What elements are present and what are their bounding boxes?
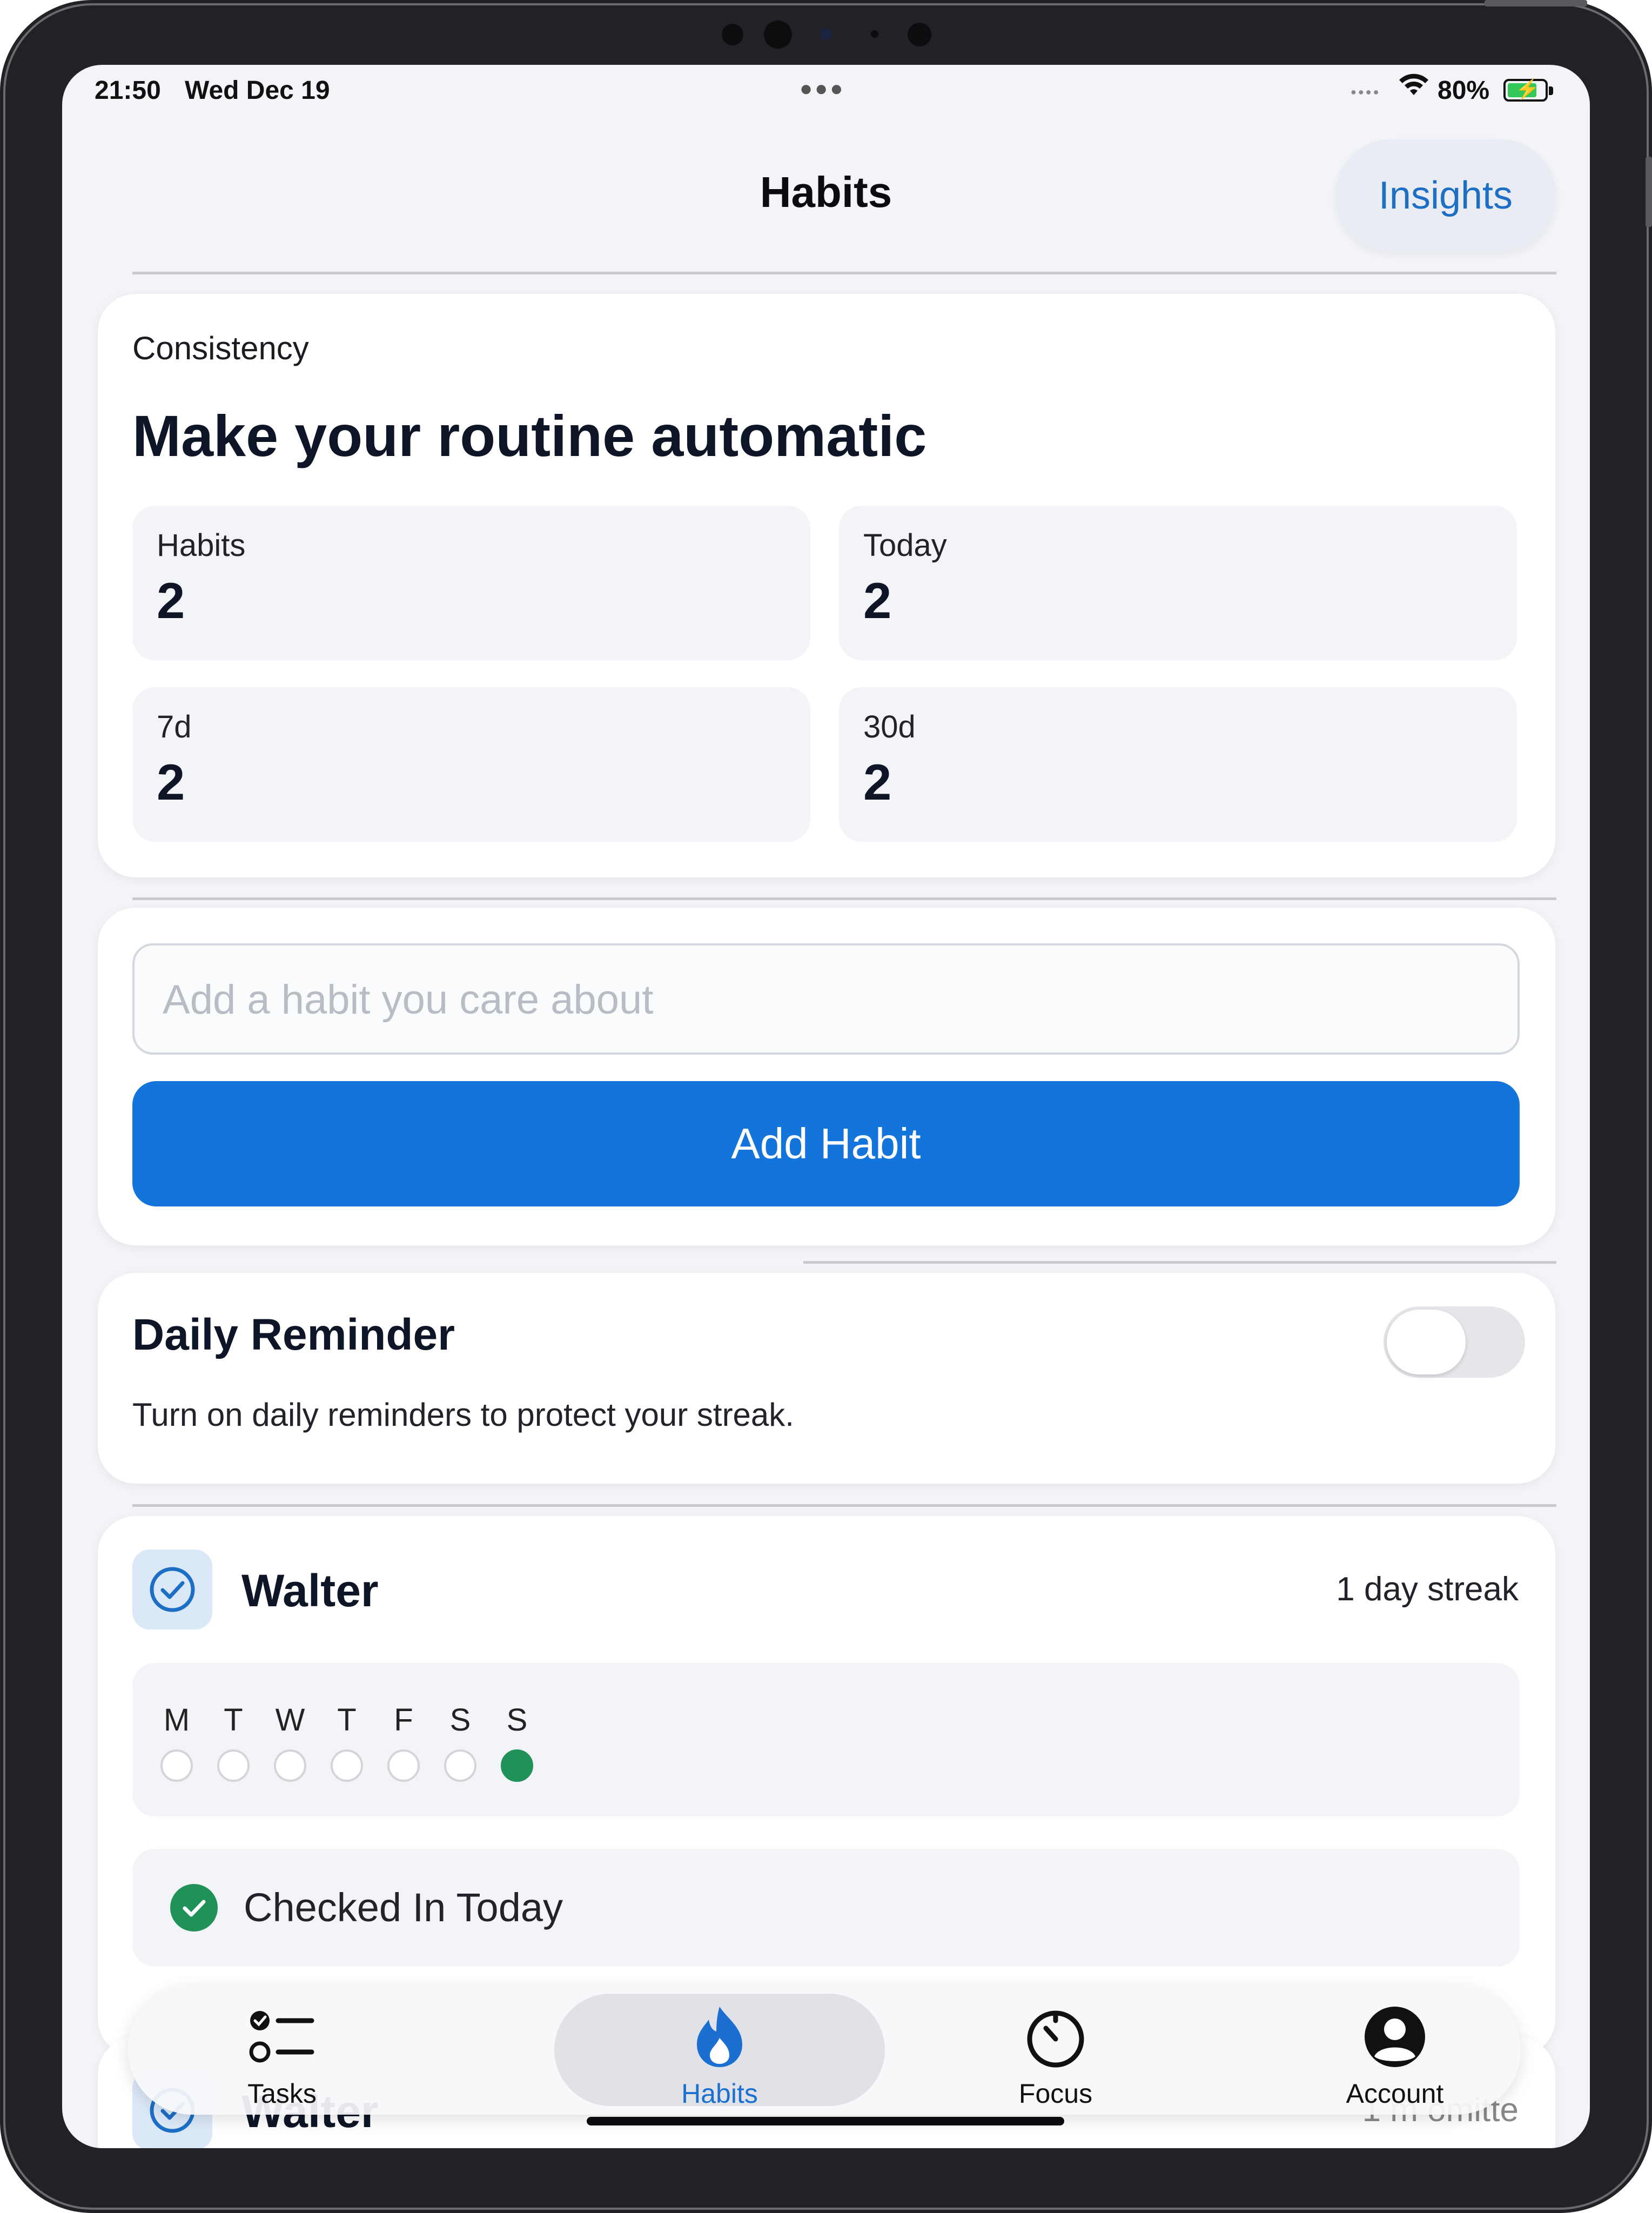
day-label: S (506, 1702, 528, 1738)
camera-lens (764, 21, 792, 49)
screen: 21:50 Wed Dec 19 ●●● ●●●● 80% ⚡ Habits I… (62, 65, 1590, 2148)
stat-7d: 7d 2 (132, 687, 810, 842)
timer-icon (1023, 2004, 1088, 2071)
summary-eyebrow: Consistency (132, 330, 309, 366)
reminder-card: Daily Reminder Turn on daily reminders t… (98, 1273, 1555, 1484)
volume-button (1646, 157, 1652, 227)
multitasking-dots-icon[interactable]: ●●● (800, 77, 845, 101)
reminder-toggle[interactable] (1384, 1306, 1525, 1378)
tab-label: Account (1346, 2078, 1444, 2109)
day-circle (331, 1749, 363, 1782)
flame-icon (693, 2004, 747, 2071)
day-circle (501, 1749, 533, 1782)
account-icon (1362, 2004, 1427, 2071)
divider (803, 1261, 1556, 1264)
stat-habits: Habits 2 (132, 506, 810, 660)
day-label: T (224, 1702, 243, 1738)
day-circle (444, 1749, 476, 1782)
tab-label: Tasks (247, 2078, 317, 2109)
divider (132, 897, 1556, 900)
check-circle-icon (170, 1884, 218, 1932)
stat-label: Habits (157, 528, 246, 563)
summary-card: Consistency Make your routine automatic … (98, 294, 1555, 877)
toggle-knob (1387, 1310, 1466, 1374)
tab-label: Focus (1018, 2078, 1093, 2109)
tab-focus[interactable]: Focus (966, 1985, 1145, 2115)
day-circle (274, 1749, 306, 1782)
battery-percent: 80% (1438, 76, 1490, 105)
habit-streak: 1 day streak (1336, 1571, 1519, 1608)
home-indicator[interactable] (587, 2117, 1064, 2125)
tasks-icon (247, 2004, 317, 2071)
stat-value: 2 (157, 754, 185, 810)
habit-name: Walter (241, 1565, 379, 1616)
stat-30d: 30d 2 (839, 687, 1517, 842)
checkin-label: Checked In Today (244, 1885, 563, 1930)
charging-bolt-icon: ⚡ (1515, 78, 1540, 100)
stat-today: Today 2 (839, 506, 1517, 660)
day-label: W (275, 1702, 305, 1738)
stat-value: 2 (157, 572, 185, 629)
cellular-signal-icon: ●●●● (1351, 86, 1381, 97)
stat-value: 2 (863, 754, 892, 810)
tab-habits[interactable]: Habits (630, 1985, 809, 2115)
top-button (1485, 0, 1587, 6)
day-circle (387, 1749, 420, 1782)
status-time: 21:50 (95, 76, 161, 105)
day-label: T (337, 1702, 357, 1738)
tab-tasks[interactable]: Tasks (193, 1985, 371, 2115)
add-habit-button[interactable]: Add Habit (132, 1081, 1520, 1206)
checkin-button[interactable]: Checked In Today (132, 1849, 1520, 1967)
battery-icon: ⚡ (1503, 78, 1548, 102)
insights-button[interactable]: Insights (1335, 139, 1556, 252)
day-label: M (163, 1702, 190, 1738)
reminder-description: Turn on daily reminders to protect your … (132, 1397, 794, 1433)
habit-input-field[interactable] (132, 943, 1520, 1055)
habit-check-icon[interactable] (132, 1550, 212, 1629)
day-circle (160, 1749, 193, 1782)
divider (132, 272, 1556, 274)
habit-input[interactable] (162, 945, 1493, 1054)
tab-bar: Tasks Habits Focus Account (128, 1985, 1521, 2115)
wifi-icon (1398, 70, 1430, 105)
status-date: Wed Dec 19 (185, 76, 330, 105)
stat-value: 2 (863, 572, 892, 629)
tab-account[interactable]: Account (1306, 1985, 1484, 2115)
camera-sensor (820, 28, 832, 40)
divider (132, 1504, 1556, 1507)
summary-headline: Make your routine automatic (132, 403, 927, 468)
week-progress: M T W T F S S (132, 1663, 1520, 1816)
stat-label: 7d (157, 709, 192, 745)
day-label: S (449, 1702, 471, 1738)
camera-dot (908, 23, 931, 46)
stat-label: Today (863, 528, 947, 563)
tab-label: Habits (681, 2078, 758, 2109)
reminder-title: Daily Reminder (132, 1310, 455, 1359)
camera-dot (722, 24, 743, 45)
status-bar: 21:50 Wed Dec 19 ●●● ●●●● 80% ⚡ (62, 65, 1590, 119)
stat-label: 30d (863, 709, 916, 745)
day-label: F (394, 1702, 413, 1738)
camera-dot (871, 30, 878, 38)
battery-tip (1549, 86, 1553, 95)
day-circle (217, 1749, 250, 1782)
